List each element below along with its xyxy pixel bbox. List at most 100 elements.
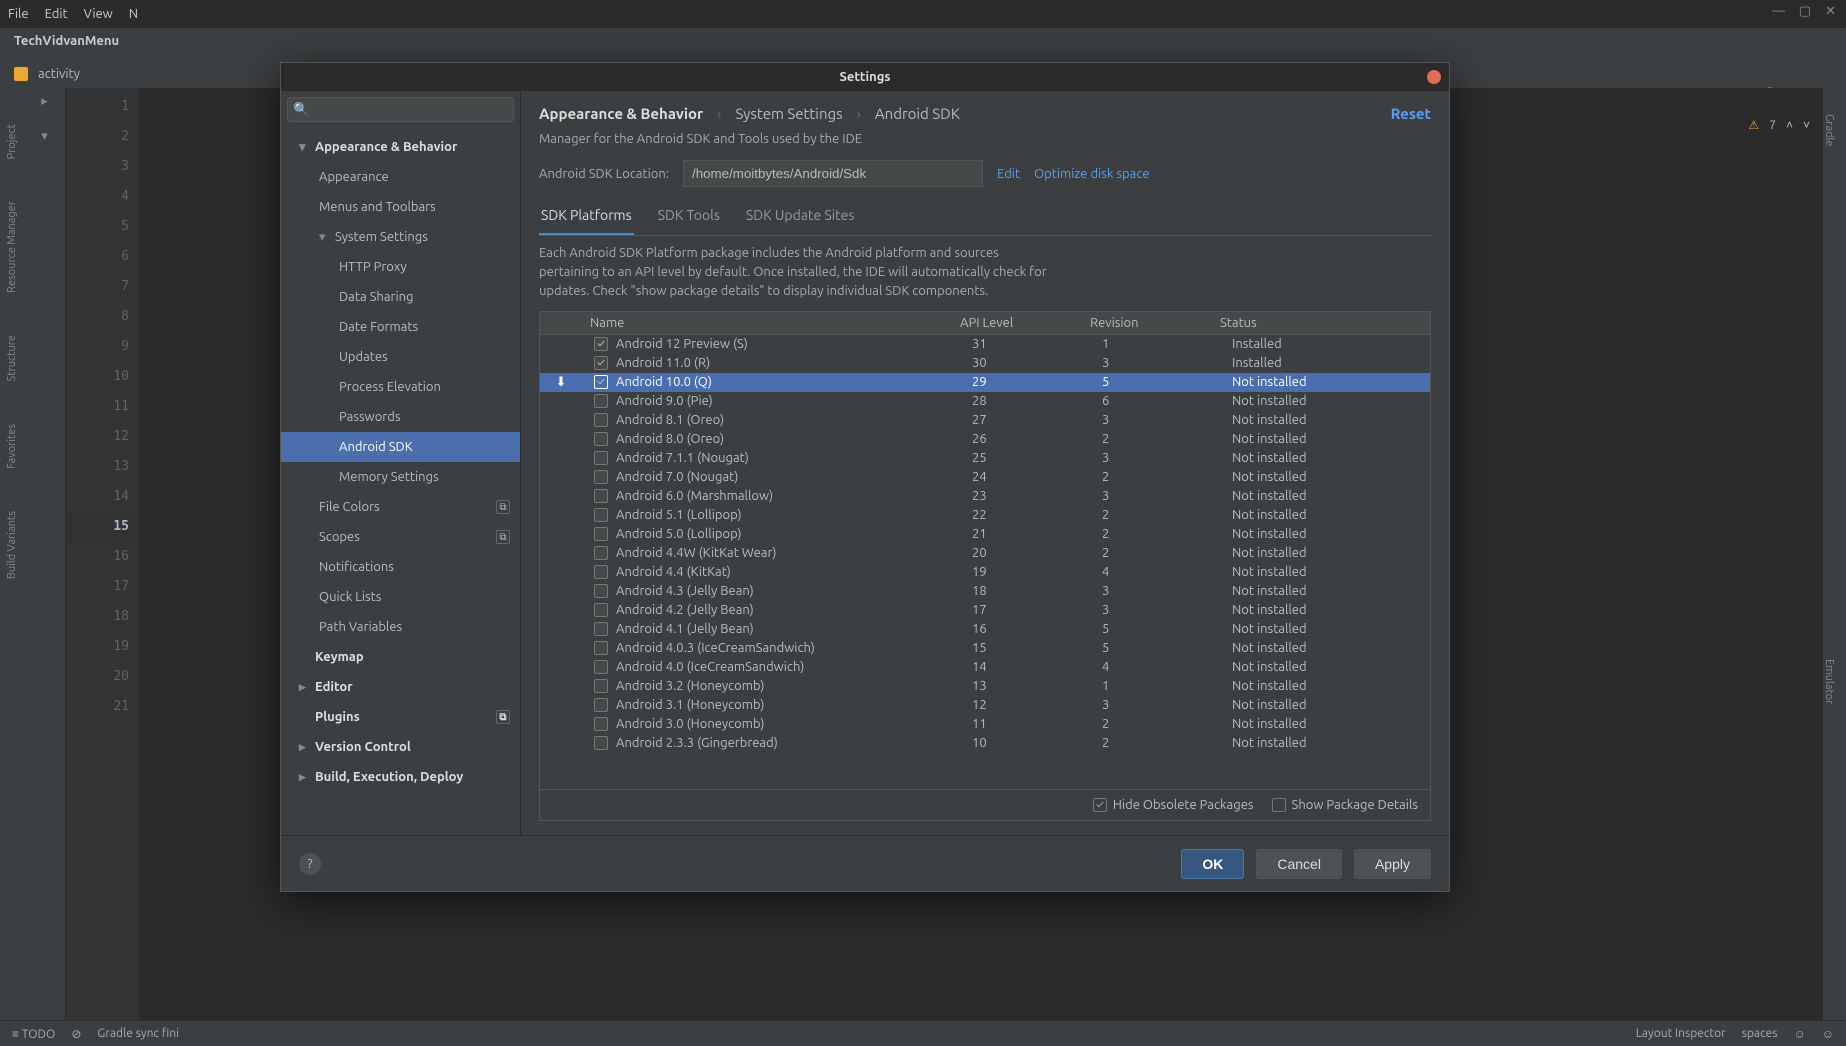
tree-node[interactable]: Process Elevation [281,372,520,402]
tool-emulator[interactable]: Emulator [1823,653,1835,710]
crumb-1[interactable]: System Settings [735,105,842,122]
dialog-titlebar[interactable]: Settings [281,63,1449,91]
table-row[interactable]: Android 5.0 (Lollipop)212Not installed [540,525,1430,544]
crumb-root[interactable]: Appearance & Behavior [539,105,703,122]
tree-node[interactable]: ▾System Settings [281,222,520,252]
sdk-tab[interactable]: SDK Platforms [539,201,634,235]
menu-more[interactable]: N [129,7,138,21]
table-row[interactable]: Android 7.1.1 (Nougat)253Not installed [540,449,1430,468]
row-checkbox[interactable] [594,603,608,617]
tool-gradle[interactable]: Gradle [1823,108,1835,153]
row-checkbox[interactable] [594,470,608,484]
close-window-icon[interactable]: ✕ [1825,4,1836,19]
tool-favorites[interactable]: Favorites [6,418,18,475]
tool-resource[interactable]: Resource Manager [6,195,18,299]
tree-node[interactable]: ▾Appearance & Behavior [281,132,520,162]
minimize-icon[interactable]: — [1772,4,1785,19]
tree-node[interactable]: Notifications [281,552,520,582]
tool-build[interactable]: Build Variants [6,505,18,585]
tree-node[interactable]: File Colors⧉ [281,492,520,522]
sdk-tab[interactable]: SDK Tools [656,201,722,235]
row-checkbox[interactable] [594,451,608,465]
tree-node[interactable]: Memory Settings [281,462,520,492]
editor-tab[interactable]: activity [38,67,80,81]
tree-node[interactable]: Appearance [281,162,520,192]
table-row[interactable]: Android 12 Preview (S)311Installed [540,335,1430,354]
close-icon[interactable] [1427,70,1441,84]
tree-node[interactable]: Keymap [281,642,520,672]
sdk-table-body[interactable]: Android 12 Preview (S)311InstalledAndroi… [540,335,1430,789]
table-row[interactable]: Android 4.0.3 (IceCreamSandwich)155Not i… [540,639,1430,658]
tree-node[interactable]: Path Variables [281,612,520,642]
optimize-link[interactable]: Optimize disk space [1034,167,1149,181]
chevron-right-icon[interactable]: ▸ [41,94,48,109]
col-status[interactable]: Status [1220,316,1430,330]
table-row[interactable]: Android 2.3.3 (Gingerbread)102Not instal… [540,734,1430,753]
settings-search-input[interactable] [287,97,514,122]
crumb-2[interactable]: Android SDK [875,105,960,122]
tree-node[interactable]: ▸Editor [281,672,520,702]
table-row[interactable]: Android 3.2 (Honeycomb)131Not installed [540,677,1430,696]
tree-node[interactable]: Passwords [281,402,520,432]
row-checkbox[interactable] [594,527,608,541]
table-row[interactable]: Android 8.1 (Oreo)273Not installed [540,411,1430,430]
table-row[interactable]: Android 4.4W (KitKat Wear)202Not install… [540,544,1430,563]
tree-node[interactable]: Updates [281,342,520,372]
hide-obsolete-checkbox[interactable]: Hide Obsolete Packages [1093,798,1254,812]
table-row[interactable]: Android 4.2 (Jelly Bean)173Not installed [540,601,1430,620]
status-problems-icon[interactable]: ⊘ [71,1027,81,1041]
row-checkbox[interactable] [594,736,608,750]
table-row[interactable]: Android 8.0 (Oreo)262Not installed [540,430,1430,449]
edit-link[interactable]: Edit [997,167,1020,181]
table-row[interactable]: Android 5.1 (Lollipop)222Not installed [540,506,1430,525]
table-row[interactable]: Android 4.0 (IceCreamSandwich)144Not ins… [540,658,1430,677]
col-api[interactable]: API Level [960,316,1090,330]
chevron-down-icon[interactable]: ▾ [41,129,48,144]
tree-node[interactable]: Date Formats [281,312,520,342]
reset-link[interactable]: Reset [1391,105,1431,122]
tree-node[interactable]: ▸Build, Execution, Deploy [281,762,520,792]
tree-node[interactable]: Plugins⧉ [281,702,520,732]
row-checkbox[interactable] [594,641,608,655]
table-row[interactable]: Android 7.0 (Nougat)242Not installed [540,468,1430,487]
show-details-checkbox[interactable]: Show Package Details [1272,798,1418,812]
tool-project[interactable]: Project [6,118,18,165]
menu-view[interactable]: View [84,7,113,21]
table-row[interactable]: Android 4.1 (Jelly Bean)165Not installed [540,620,1430,639]
tree-node[interactable]: Android SDK [281,432,520,462]
row-checkbox[interactable] [594,698,608,712]
status-layout-inspector[interactable]: Layout Inspector [1636,1027,1726,1040]
apply-button[interactable]: Apply [1354,849,1431,879]
row-checkbox[interactable] [594,489,608,503]
smiley-icon[interactable]: ☺ [1793,1027,1805,1041]
menu-edit[interactable]: Edit [45,7,68,21]
table-row[interactable]: Android 11.0 (R)303Installed [540,354,1430,373]
row-checkbox[interactable] [594,413,608,427]
tree-node[interactable]: Quick Lists [281,582,520,612]
col-rev[interactable]: Revision [1090,316,1220,330]
tree-node[interactable]: ▸Version Control [281,732,520,762]
tool-structure[interactable]: Structure [6,329,18,388]
table-row[interactable]: Android 4.4 (KitKat)194Not installed [540,563,1430,582]
maximize-icon[interactable]: ▢ [1799,4,1811,19]
row-checkbox[interactable] [594,565,608,579]
ok-button[interactable]: OK [1181,849,1244,879]
cancel-button[interactable]: Cancel [1256,849,1342,879]
table-row[interactable]: Android 4.3 (Jelly Bean)183Not installed [540,582,1430,601]
table-row[interactable]: ⬇Android 10.0 (Q)295Not installed [540,373,1430,392]
table-row[interactable]: Android 9.0 (Pie)286Not installed [540,392,1430,411]
row-checkbox[interactable] [594,394,608,408]
row-checkbox[interactable] [594,660,608,674]
row-checkbox[interactable] [594,622,608,636]
settings-tree[interactable]: ▾Appearance & BehaviorAppearanceMenus an… [281,128,520,835]
row-checkbox[interactable] [594,432,608,446]
row-checkbox[interactable] [594,679,608,693]
row-checkbox[interactable] [594,375,608,389]
help-icon[interactable]: ? [299,853,321,875]
row-checkbox[interactable] [594,546,608,560]
sdk-location-input[interactable] [683,160,983,187]
col-name[interactable]: Name [540,316,960,330]
row-checkbox[interactable] [594,337,608,351]
sdk-tab[interactable]: SDK Update Sites [744,201,857,235]
project-panel[interactable]: ▸ ▾ [24,88,66,1020]
